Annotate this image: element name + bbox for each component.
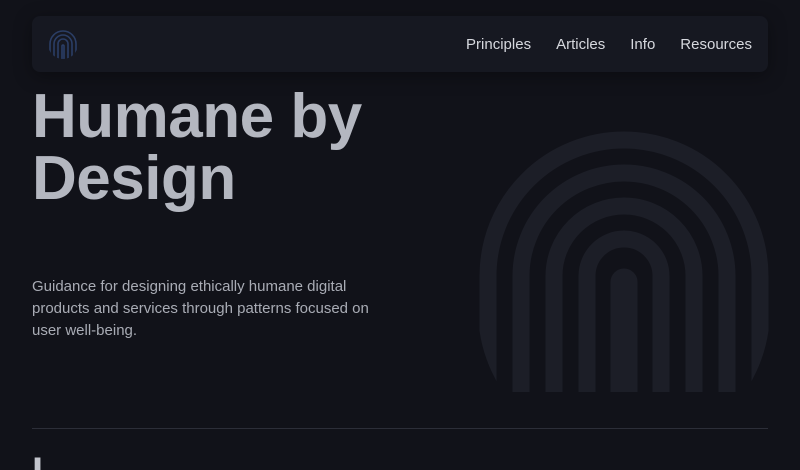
fingerprint-logo-icon[interactable]: [46, 27, 80, 61]
section-divider: [32, 428, 768, 429]
nav-links: Principles Articles Info Resources: [441, 16, 752, 72]
nav-link-resources[interactable]: Resources: [680, 36, 752, 53]
hero-title-line-1: Humane by: [32, 82, 362, 151]
hero-description: Guidance for designing ethically humane …: [32, 278, 369, 339]
next-section-heading: I: [32, 452, 72, 470]
hero-title: Humane by Design: [32, 86, 452, 210]
hero-title-line-2: Design: [32, 144, 236, 213]
nav-link-info[interactable]: Info: [630, 36, 655, 53]
nav-link-articles[interactable]: Articles: [556, 36, 605, 53]
fingerprint-icon: [478, 130, 770, 392]
top-navbar: Principles Articles Info Resources: [32, 16, 768, 72]
nav-link-principles[interactable]: Principles: [466, 36, 531, 53]
